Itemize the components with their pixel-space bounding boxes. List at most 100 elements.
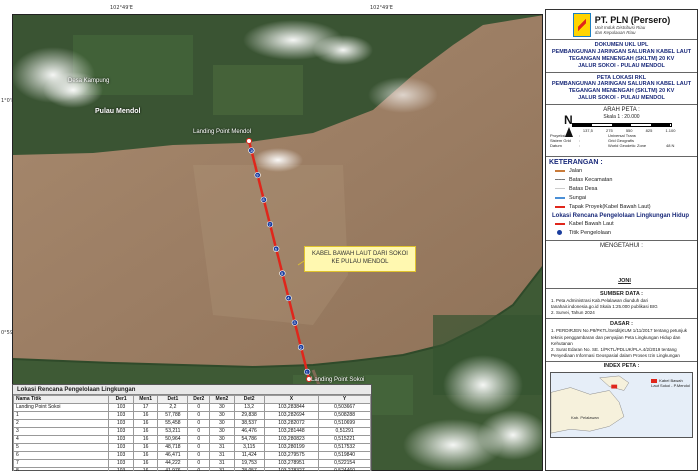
legend-tapak-label: Tapak Proyek(Kabel Bawah Laut)	[569, 203, 651, 210]
table-header-cell: Det2	[233, 395, 265, 404]
table-cell: 0	[187, 419, 211, 428]
legend-kecamatan: Batas Kecamatan	[549, 175, 694, 184]
table-cell: 16	[132, 467, 159, 471]
table-cell: 0	[187, 427, 211, 436]
table-row: 1 103 16 57,788 0 30 29,838 103,282694 0,508288	[12, 411, 371, 420]
project-line-icon	[555, 205, 565, 208]
table-body: Landing Point Sokoi 103 17 2,2 0 30 13,2 103,28…	[12, 403, 371, 471]
point-dot-icon	[557, 230, 562, 235]
table-row: 2 103 16 55,458 0 30 38,537 103,282072 0,510699	[12, 419, 371, 428]
table-cell: 0	[187, 435, 211, 444]
legend-sungai: Sungai	[549, 193, 694, 202]
table-row: 4 103 16 50,964 0 30 54,786 103,280823 0,515221	[12, 435, 371, 444]
table-row: 7 103 16 44,222 0 31 19,753 103,278951 0,522154	[12, 459, 371, 468]
label-pulau-mendol: Pulau Mendol	[95, 108, 141, 115]
table-header-cell: Y	[318, 395, 371, 404]
table-cell: 16	[132, 411, 159, 420]
table-header-cell: X	[263, 395, 320, 404]
index-legend: Kabel Bawah Laut Sokoi - P.Mendol	[651, 378, 690, 389]
table-cell: 103,281448	[263, 427, 320, 436]
table-cell: 0,510699	[318, 419, 371, 428]
cable-callout: KABEL BAWAH LAUT DARI SOKOI KE PULAU MEN…	[304, 246, 416, 272]
table-header-cell: Men1	[132, 395, 159, 404]
cloud	[313, 35, 373, 65]
table-cell: 103	[108, 411, 134, 420]
meta-cell: Zone	[637, 142, 647, 148]
pln-logo-icon	[572, 12, 591, 37]
sumber-item: 2. Survei, Tahun 2024	[551, 310, 595, 316]
coord-top-2: 102°49'E	[370, 5, 393, 11]
table-cell: 1	[12, 411, 110, 420]
sumber-item: 1. Peta Administrasi Kab.Pelalawan diund…	[551, 298, 658, 310]
table-cell: 0,508288	[318, 411, 371, 420]
table-cell: 0,522154	[318, 459, 371, 468]
table-cell: 0	[187, 467, 211, 471]
table-header-cell: Det1	[157, 395, 189, 404]
table-cell: 0	[187, 411, 211, 420]
table-cell: 55,458	[157, 419, 189, 428]
signer-name: JONI	[618, 278, 631, 284]
table-cell: 16	[132, 427, 159, 436]
meta-cell: Datum	[550, 142, 562, 148]
index-heading: INDEX PETA :	[603, 362, 640, 369]
table-cell: 28,057	[233, 467, 265, 471]
coord-top-1: 102°49'E	[110, 5, 133, 11]
table-cell: 13,2	[233, 403, 265, 412]
table-cell: 103,282694	[263, 411, 320, 420]
peta-line-2: TEGANGAN MENENGAH (SKLTM) 20 KV	[568, 88, 675, 95]
points-table: Nama Titik Der1 Men1 Det1 Der2 Men2 Det2 X Y Lan…	[12, 395, 371, 471]
table-row: Landing Point Sokoi 103 17 2,2 0 30 13,2 103,28…	[12, 403, 371, 412]
index-place-label: Kab. Pelalawan	[571, 414, 599, 420]
table-header-cell: Men2	[209, 395, 235, 404]
label-landing-mendol: Landing Point Mendol	[193, 129, 252, 135]
legend-jalan: Jalan	[549, 166, 694, 175]
table-header-row: Nama Titik Der1 Men1 Det1 Der2 Men2 Det2 X Y	[12, 395, 371, 404]
table-cell: 50,964	[157, 435, 189, 444]
index-legend-2: Laut Sokoi - P.Mendol	[651, 382, 690, 388]
table-cell: 16	[132, 451, 159, 460]
table-row: 3 103 16 53,211 0 30 46,476 103,281448 0,51291	[12, 427, 371, 436]
table-header-cell: Der2	[187, 395, 211, 404]
land-patch	[213, 65, 303, 115]
water-plume	[193, 165, 348, 325]
map-legend-panel: PT. PLN (Persero) Unit Induk Distribusi …	[545, 9, 698, 471]
orientation-box: ARAH PETA : N Skala 1 : 20.000 0 137,5 275…	[546, 105, 697, 157]
legend-desa: Batas Desa	[549, 184, 694, 193]
doc-line-1: PEMBANGUNAN JARINGAN SALURAN KABEL LAUT	[551, 48, 692, 55]
table-cell: 0	[187, 443, 211, 452]
legend-titik: Titik Pengelolaan	[549, 228, 694, 237]
table-cell: 0,51291	[318, 427, 371, 436]
table-cell: 103	[108, 459, 134, 468]
approval-box: MENGETAHUI : JONI	[546, 241, 697, 289]
peta-line-1: PEMBANGUNAN JARINGAN SALURAN KABEL LAUT	[551, 81, 692, 88]
company-name: PT. PLN (Persero)	[594, 14, 671, 25]
table-cell: 103,283844	[263, 403, 320, 412]
village-boundary-icon	[555, 188, 565, 189]
basis-box: DASAR : 1. PERDIRJEN No.P8/PKTL/SetditjK…	[546, 319, 697, 362]
table-cell: 0,503667	[318, 403, 371, 412]
table-cell: 3	[12, 427, 110, 436]
index-box: INDEX PETA : Kab. Pelalawan Kabel Bawah …	[546, 362, 697, 441]
legend-tapak: Tapak Proyek(Kabel Bawah Laut)	[549, 202, 694, 211]
dasar-item: 1. PERDIRJEN No.P8/PKTL/SetditjKUM 1/11/…	[551, 328, 687, 346]
table-cell: 44,222	[157, 459, 189, 468]
table-cell: 2,2	[157, 403, 189, 412]
table-cell: 6	[12, 451, 110, 460]
table-cell: 0,519840	[318, 451, 371, 460]
table-header-cell: Nama Titik	[12, 395, 110, 404]
table-cell: 16	[132, 459, 159, 468]
legend-sungai-label: Sungai	[569, 194, 587, 201]
legend-jalan-label: Jalan	[569, 167, 583, 174]
north-arrow-icon: N	[564, 113, 573, 137]
legend-kec-label: Batas Kecamatan	[569, 176, 613, 183]
scale-bar	[571, 122, 672, 127]
table-cell: 0	[187, 459, 211, 468]
source-box: SUMBER DATA : 1. Peta Administrasi Kab.P…	[546, 289, 697, 320]
management-point-label: 10	[250, 148, 255, 153]
table-cell: 103,278951	[263, 459, 320, 468]
table-cell: 103,279575	[263, 451, 320, 460]
table-cell: 103	[108, 443, 134, 452]
table-cell: 46,476	[233, 427, 265, 436]
sumber-heading: SUMBER DATA :	[600, 291, 643, 297]
table-cell: 31	[209, 459, 235, 468]
